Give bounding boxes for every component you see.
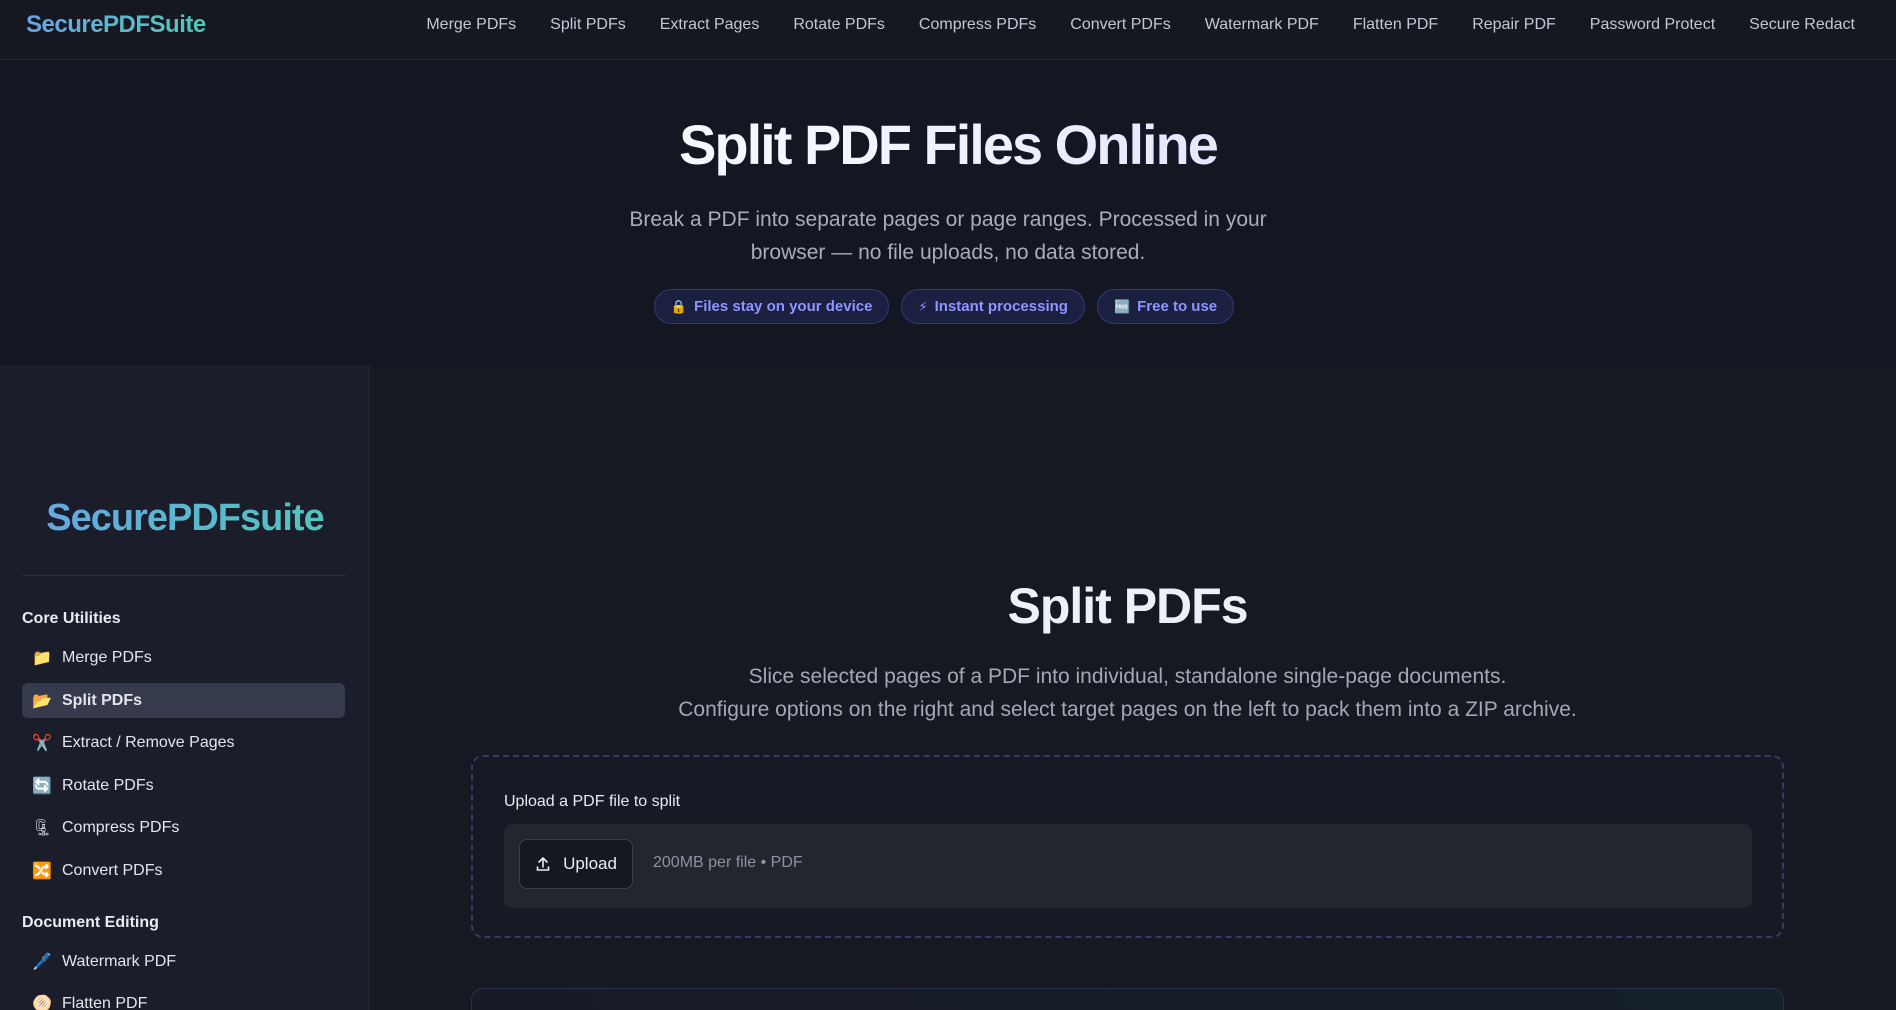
nav-link-redact[interactable]: Secure Redact	[1732, 16, 1872, 34]
badge-device: 🔒 Files stay on your device	[653, 289, 890, 324]
sidebar-item-flatten[interactable]: 🫓 Flatten PDF	[22, 986, 345, 1010]
top-navbar: SecurePDFSuite Merge PDFs Split PDFs Ext…	[0, 0, 1896, 60]
compress-icon: 🗜	[32, 819, 53, 837]
sidebar-item-extract[interactable]: ✂️ Extract / Remove Pages	[22, 725, 345, 760]
badge-label: Instant processing	[934, 298, 1068, 315]
nav-link-watermark[interactable]: Watermark PDF	[1188, 16, 1336, 34]
sidebar-item-watermark[interactable]: 🖊️ Watermark PDF	[22, 944, 345, 979]
section-core-utilities: Core Utilities	[22, 610, 121, 627]
lightning-icon: ⚡	[918, 298, 928, 314]
sidebar-item-label: Watermark PDF	[62, 952, 177, 970]
badge-instant: ⚡ Instant processing	[901, 289, 1085, 324]
section-document-editing: Document Editing	[22, 914, 159, 931]
flatten-icon: 🫓	[32, 995, 52, 1010]
hero-section: Split PDF Files Online Break a PDF into …	[0, 60, 1896, 365]
upload-label: Upload a PDF file to split	[504, 793, 681, 810]
subtitle-line-1: Slice selected pages of a PDF into indiv…	[748, 665, 1507, 688]
scissors-icon: ✂️	[32, 734, 52, 752]
upload-panel: Upload a PDF file to split Upload 200MB …	[471, 755, 1784, 938]
pen-icon: 🖊️	[32, 953, 52, 971]
sidebar-item-label: Merge PDFs	[62, 648, 152, 666]
sidebar-item-label: Rotate PDFs	[62, 776, 154, 794]
sidebar-item-label: Convert PDFs	[62, 861, 163, 879]
upload-icon	[536, 857, 550, 871]
shuffle-icon: 🔀	[32, 862, 52, 880]
sidebar: SecurePDFsuite Core Utilities 📁 Merge PD…	[0, 365, 370, 1010]
sidebar-brand: SecurePDFsuite	[0, 497, 370, 540]
rotate-icon: 🔄	[32, 777, 52, 795]
sidebar-item-merge[interactable]: 📁 Merge PDFs	[22, 640, 345, 675]
sidebar-item-label: Extract / Remove Pages	[62, 733, 235, 751]
sidebar-item-split[interactable]: 📂 Split PDFs	[22, 683, 345, 718]
sidebar-divider	[22, 575, 346, 576]
badge-label: Files stay on your device	[694, 298, 873, 315]
sidebar-item-label: Flatten PDF	[62, 994, 148, 1010]
page-title: Split PDFs	[1007, 578, 1248, 634]
hero-subtitle: Break a PDF into separate pages or page …	[629, 208, 1267, 264]
nav-link-merge[interactable]: Merge PDFs	[409, 16, 533, 34]
nav-link-compress[interactable]: Compress PDFs	[902, 16, 1053, 34]
hero-badges: 🔒 Files stay on your device ⚡ Instant pr…	[0, 289, 1896, 324]
nav-link-rotate[interactable]: Rotate PDFs	[776, 16, 902, 34]
sidebar-item-rotate[interactable]: 🔄 Rotate PDFs	[22, 768, 345, 803]
open-folder-icon: 📂	[32, 692, 52, 710]
sidebar-item-label: Compress PDFs	[62, 818, 180, 836]
nav-link-extract[interactable]: Extract Pages	[643, 16, 777, 34]
nav-links: Merge PDFs Split PDFs Extract Pages Rota…	[409, 0, 1872, 50]
sidebar-item-compress[interactable]: 🗜 Compress PDFs	[22, 810, 345, 845]
file-dropzone[interactable]: Upload 200MB per file • PDF	[504, 824, 1752, 908]
nav-link-password[interactable]: Password Protect	[1573, 16, 1732, 34]
folder-icon: 📁	[32, 649, 52, 667]
options-card	[471, 988, 1784, 1010]
nav-link-convert[interactable]: Convert PDFs	[1053, 16, 1187, 34]
subtitle-line-2: Configure options on the right and selec…	[678, 698, 1577, 721]
upload-button-label: Upload	[563, 854, 617, 873]
nav-link-repair[interactable]: Repair PDF	[1455, 16, 1573, 34]
upload-button[interactable]: Upload	[519, 839, 633, 889]
page-subtitle: Slice selected pages of a PDF into indiv…	[371, 660, 1884, 726]
hero-title: Split PDF Files Online	[0, 112, 1896, 177]
nav-link-split[interactable]: Split PDFs	[533, 16, 643, 34]
sidebar-item-label: Split PDFs	[62, 691, 143, 709]
upload-hint: 200MB per file • PDF	[653, 854, 803, 871]
free-icon: 🆓	[1113, 298, 1131, 314]
main-content: Split PDFs Slice selected pages of a PDF…	[371, 365, 1896, 1010]
sidebar-item-convert[interactable]: 🔀 Convert PDFs	[22, 853, 345, 888]
badge-free: 🆓 Free to use	[1096, 289, 1235, 324]
lock-icon: 🔒	[670, 298, 688, 314]
badge-label: Free to use	[1137, 298, 1218, 315]
brand-logo[interactable]: SecurePDFSuite	[26, 11, 206, 39]
nav-link-flatten[interactable]: Flatten PDF	[1336, 16, 1455, 34]
